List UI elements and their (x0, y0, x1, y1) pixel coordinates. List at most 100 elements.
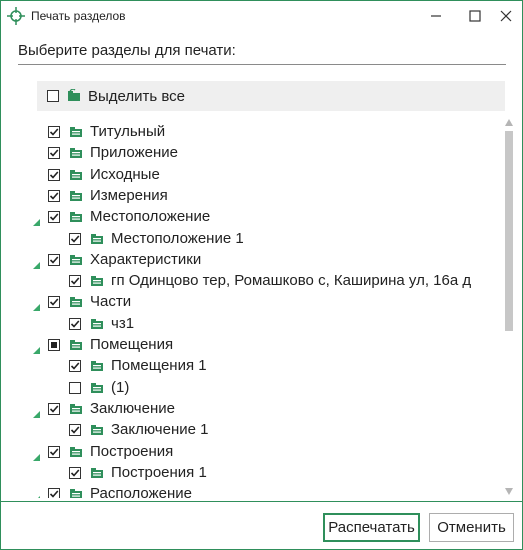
tree-item[interactable]: (1) (1, 377, 501, 397)
tree-item-checkbox[interactable] (69, 275, 81, 288)
tree-item-checkbox[interactable] (69, 466, 81, 479)
select-all-label: Выделить все (88, 88, 186, 105)
tree-item-label: Помещения 1 (111, 357, 207, 375)
tree-item-label: Местоположение (90, 208, 211, 226)
cancel-button[interactable]: Отменить (429, 513, 514, 542)
tree-item[interactable]: Измерения (1, 185, 501, 205)
folder-icon (90, 423, 104, 436)
scroll-down-arrow-icon[interactable] (505, 488, 513, 495)
folder-icon (69, 487, 83, 498)
expander-triangle-icon[interactable] (33, 490, 40, 498)
tree-item-checkbox[interactable] (69, 381, 81, 394)
close-button[interactable] (489, 1, 522, 31)
folder-icon (90, 381, 104, 393)
tree-item-checkbox[interactable] (48, 445, 60, 458)
tree-item-checkbox[interactable] (48, 126, 60, 138)
prompt-divider (18, 64, 506, 65)
tree-item-checkbox[interactable] (48, 253, 60, 266)
expander-triangle-icon[interactable] (33, 448, 40, 461)
tree-item[interactable]: Местоположение (1, 206, 501, 227)
minimize-icon (431, 15, 441, 17)
tree-item-checkbox[interactable] (48, 189, 60, 202)
tree-item[interactable]: Титульный (1, 121, 501, 141)
title-bar: Печать разделов (1, 1, 522, 31)
tree-item[interactable]: чз1 (1, 313, 501, 333)
tree-item-checkbox[interactable] (69, 232, 81, 245)
expander-triangle-icon[interactable] (33, 298, 40, 312)
tree-item-checkbox[interactable] (48, 147, 60, 160)
tree-scrollbar[interactable] (502, 117, 516, 497)
tree-item-checkbox[interactable] (48, 168, 60, 181)
refresh-folder-icon (67, 88, 81, 101)
select-all-row[interactable]: Выделить все (37, 81, 505, 111)
scroll-up-arrow-icon[interactable] (505, 119, 513, 126)
folder-icon (69, 295, 83, 308)
tree-item-checkbox[interactable] (48, 488, 60, 498)
print-button[interactable]: Распечатать (323, 513, 420, 542)
folder-icon (90, 359, 104, 372)
tree-item[interactable]: гп Одинцово тер, Ромашково с, Каширина у… (1, 270, 501, 290)
print-sections-dialog: Печать разделов Выберите разделы для печ… (0, 0, 523, 550)
tree-item[interactable]: Построения 1 (1, 462, 501, 482)
tree-item[interactable]: Построения (1, 441, 501, 461)
expander-triangle-icon[interactable] (33, 341, 40, 354)
folder-icon (90, 317, 104, 329)
tree-item[interactable]: Местоположение 1 (1, 228, 501, 248)
sections-tree: Титульный Приложение Исходные Измерения Мест… (1, 113, 501, 498)
folder-icon (90, 232, 104, 244)
select-all-checkbox[interactable] (47, 90, 59, 102)
tree-item-checkbox[interactable] (48, 211, 60, 224)
prompt-label: Выберите разделы для печати: (18, 42, 236, 59)
folder-icon (69, 445, 83, 457)
tree-item[interactable]: Помещения 1 (1, 355, 501, 375)
tree-item-checkbox[interactable] (69, 317, 81, 330)
folder-icon (69, 189, 83, 201)
tree-item-label: Местоположение 1 (111, 229, 244, 247)
crosshair-icon (7, 7, 25, 25)
expander-triangle-icon[interactable] (33, 256, 40, 269)
tree-item-label: Исходные (90, 165, 160, 183)
folder-icon (90, 274, 104, 287)
tree-item-label: Построения 1 (111, 463, 207, 481)
tree-item-label: Построения (90, 442, 174, 460)
tree-item-label: Расположение (90, 485, 192, 498)
tree-item-checkbox[interactable] (48, 339, 60, 351)
tree-item-checkbox[interactable] (69, 424, 81, 437)
tree-item[interactable]: Помещения (1, 334, 501, 354)
folder-icon (69, 253, 83, 265)
tree-item-label: Заключение 1 (111, 421, 209, 439)
tree-item[interactable]: Части (1, 291, 501, 312)
folder-icon (69, 125, 83, 137)
folder-icon (69, 146, 83, 159)
tree-item[interactable]: Характеристики (1, 249, 501, 269)
minimize-button[interactable] (419, 1, 453, 31)
tree-item-label: Помещения (90, 336, 174, 353)
expander-triangle-icon[interactable] (33, 405, 40, 418)
tree-item-label: (1) (111, 378, 130, 396)
tree-item-label: Титульный (90, 123, 166, 140)
maximize-icon (469, 10, 481, 22)
tree-item[interactable]: Приложение (1, 142, 501, 162)
tree-item-label: Приложение (90, 144, 178, 162)
scroll-thumb[interactable] (505, 131, 513, 331)
folder-icon (90, 466, 104, 478)
tree-item-label: Измерения (90, 186, 168, 204)
tree-item-checkbox[interactable] (48, 402, 60, 415)
tree-item-checkbox[interactable] (69, 360, 81, 373)
tree-item-label: Заключение (90, 399, 175, 417)
close-icon (500, 10, 512, 22)
folder-icon (69, 210, 83, 223)
tree-item[interactable]: Заключение 1 (1, 419, 501, 439)
tree-item[interactable]: Заключение (1, 398, 501, 418)
tree-item-label: Части (90, 293, 132, 311)
tree-item-label: гп Одинцово тер, Ромашково с, Каширина у… (111, 272, 472, 290)
tree-item[interactable]: Исходные (1, 164, 501, 184)
tree-item-label: Характеристики (90, 250, 202, 268)
tree-item-label: чз1 (111, 314, 135, 332)
tree-item[interactable]: Расположение (1, 483, 501, 498)
folder-icon (69, 402, 83, 414)
tree-item-checkbox[interactable] (48, 296, 60, 309)
expander-triangle-icon[interactable] (33, 213, 40, 227)
maximize-button[interactable] (458, 1, 492, 31)
folder-icon (69, 338, 83, 350)
